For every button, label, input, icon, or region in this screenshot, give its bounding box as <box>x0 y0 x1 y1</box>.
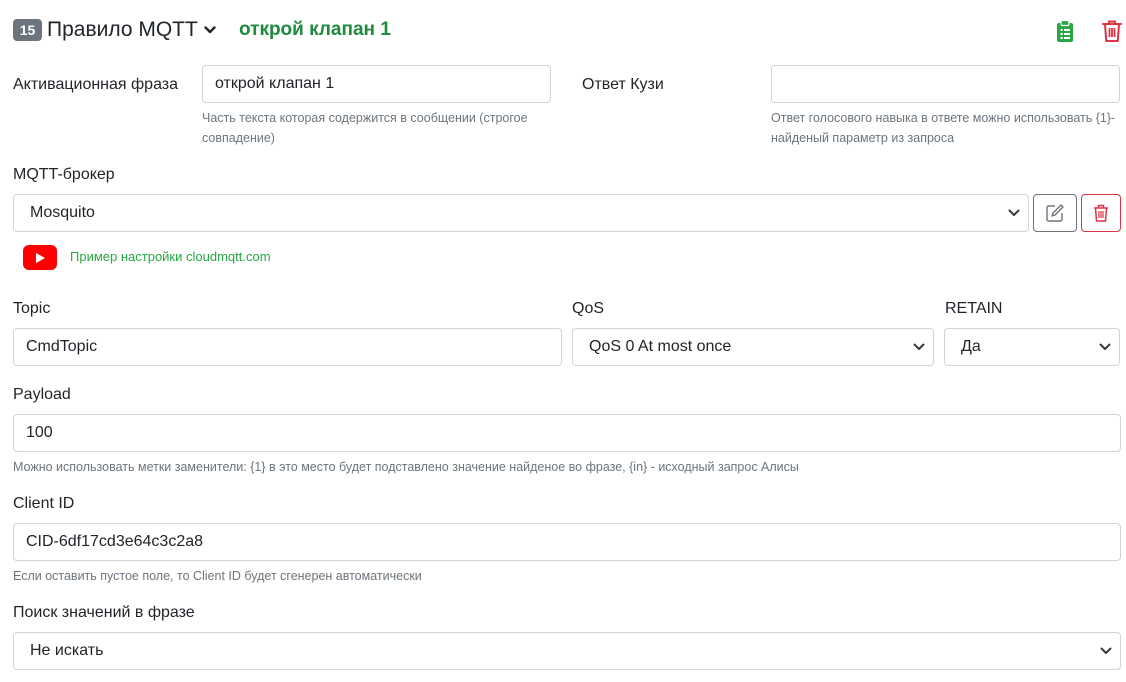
topic-input[interactable] <box>13 328 562 366</box>
retain-selected: Да <box>961 338 981 355</box>
payload-input[interactable] <box>13 414 1121 452</box>
clipboard-icon[interactable] <box>1054 19 1076 43</box>
mqtt-broker-select[interactable]: Mosquito <box>13 194 1029 232</box>
activation-phrase-label: Активационная фраза <box>13 76 179 93</box>
mqtt-broker-selected: Mosquito <box>30 204 95 221</box>
activation-phrase-help: Часть текста которая содержится в сообще… <box>202 111 528 145</box>
mqtt-broker-label: MQTT-брокер <box>13 166 115 183</box>
client-id-help: Если оставить пустое поле, то Client ID … <box>13 569 422 583</box>
search-values-label: Поиск значений в фразе <box>13 604 195 621</box>
search-values-selected: Не искать <box>30 642 104 659</box>
chevron-down-icon <box>913 343 925 350</box>
chevron-down-icon <box>1099 343 1111 350</box>
rule-phrase-title: открой клапан 1 <box>239 19 391 40</box>
response-input[interactable] <box>771 65 1120 103</box>
client-id-input[interactable] <box>13 523 1121 561</box>
qos-label: QoS <box>572 300 605 317</box>
chevron-down-icon <box>204 26 216 34</box>
edit-broker-button[interactable] <box>1033 194 1077 232</box>
retain-select[interactable]: Да <box>944 328 1120 366</box>
chevron-down-icon <box>1008 209 1020 216</box>
payload-label: Payload <box>13 386 71 403</box>
activation-phrase-input[interactable] <box>202 65 551 103</box>
payload-help: Можно использовать метки заменители: {1}… <box>13 460 799 474</box>
broker-example-link[interactable]: Пример настройки cloudmqtt.com <box>70 247 271 267</box>
topic-label: Topic <box>13 300 51 317</box>
trash-icon[interactable] <box>1101 19 1123 43</box>
chevron-down-icon <box>1100 647 1112 654</box>
delete-broker-button[interactable] <box>1081 194 1121 232</box>
retain-label: RETAIN <box>945 300 1003 317</box>
rule-title: Правило MQTT <box>47 18 198 41</box>
client-id-label: Client ID <box>13 495 75 512</box>
rule-type-dropdown[interactable]: Правило MQTT <box>47 16 216 44</box>
response-help: Ответ голосового навыка в ответе можно и… <box>771 111 1116 145</box>
edit-icon <box>1046 204 1064 222</box>
rule-number-badge: 15 <box>13 19 42 41</box>
youtube-icon[interactable] <box>23 245 57 270</box>
search-values-select[interactable]: Не искать <box>13 632 1121 670</box>
qos-selected: QoS 0 At most once <box>589 338 732 355</box>
response-label: Ответ Кузи <box>582 76 664 93</box>
trash-icon <box>1094 204 1108 222</box>
qos-select[interactable]: QoS 0 At most once <box>572 328 934 366</box>
